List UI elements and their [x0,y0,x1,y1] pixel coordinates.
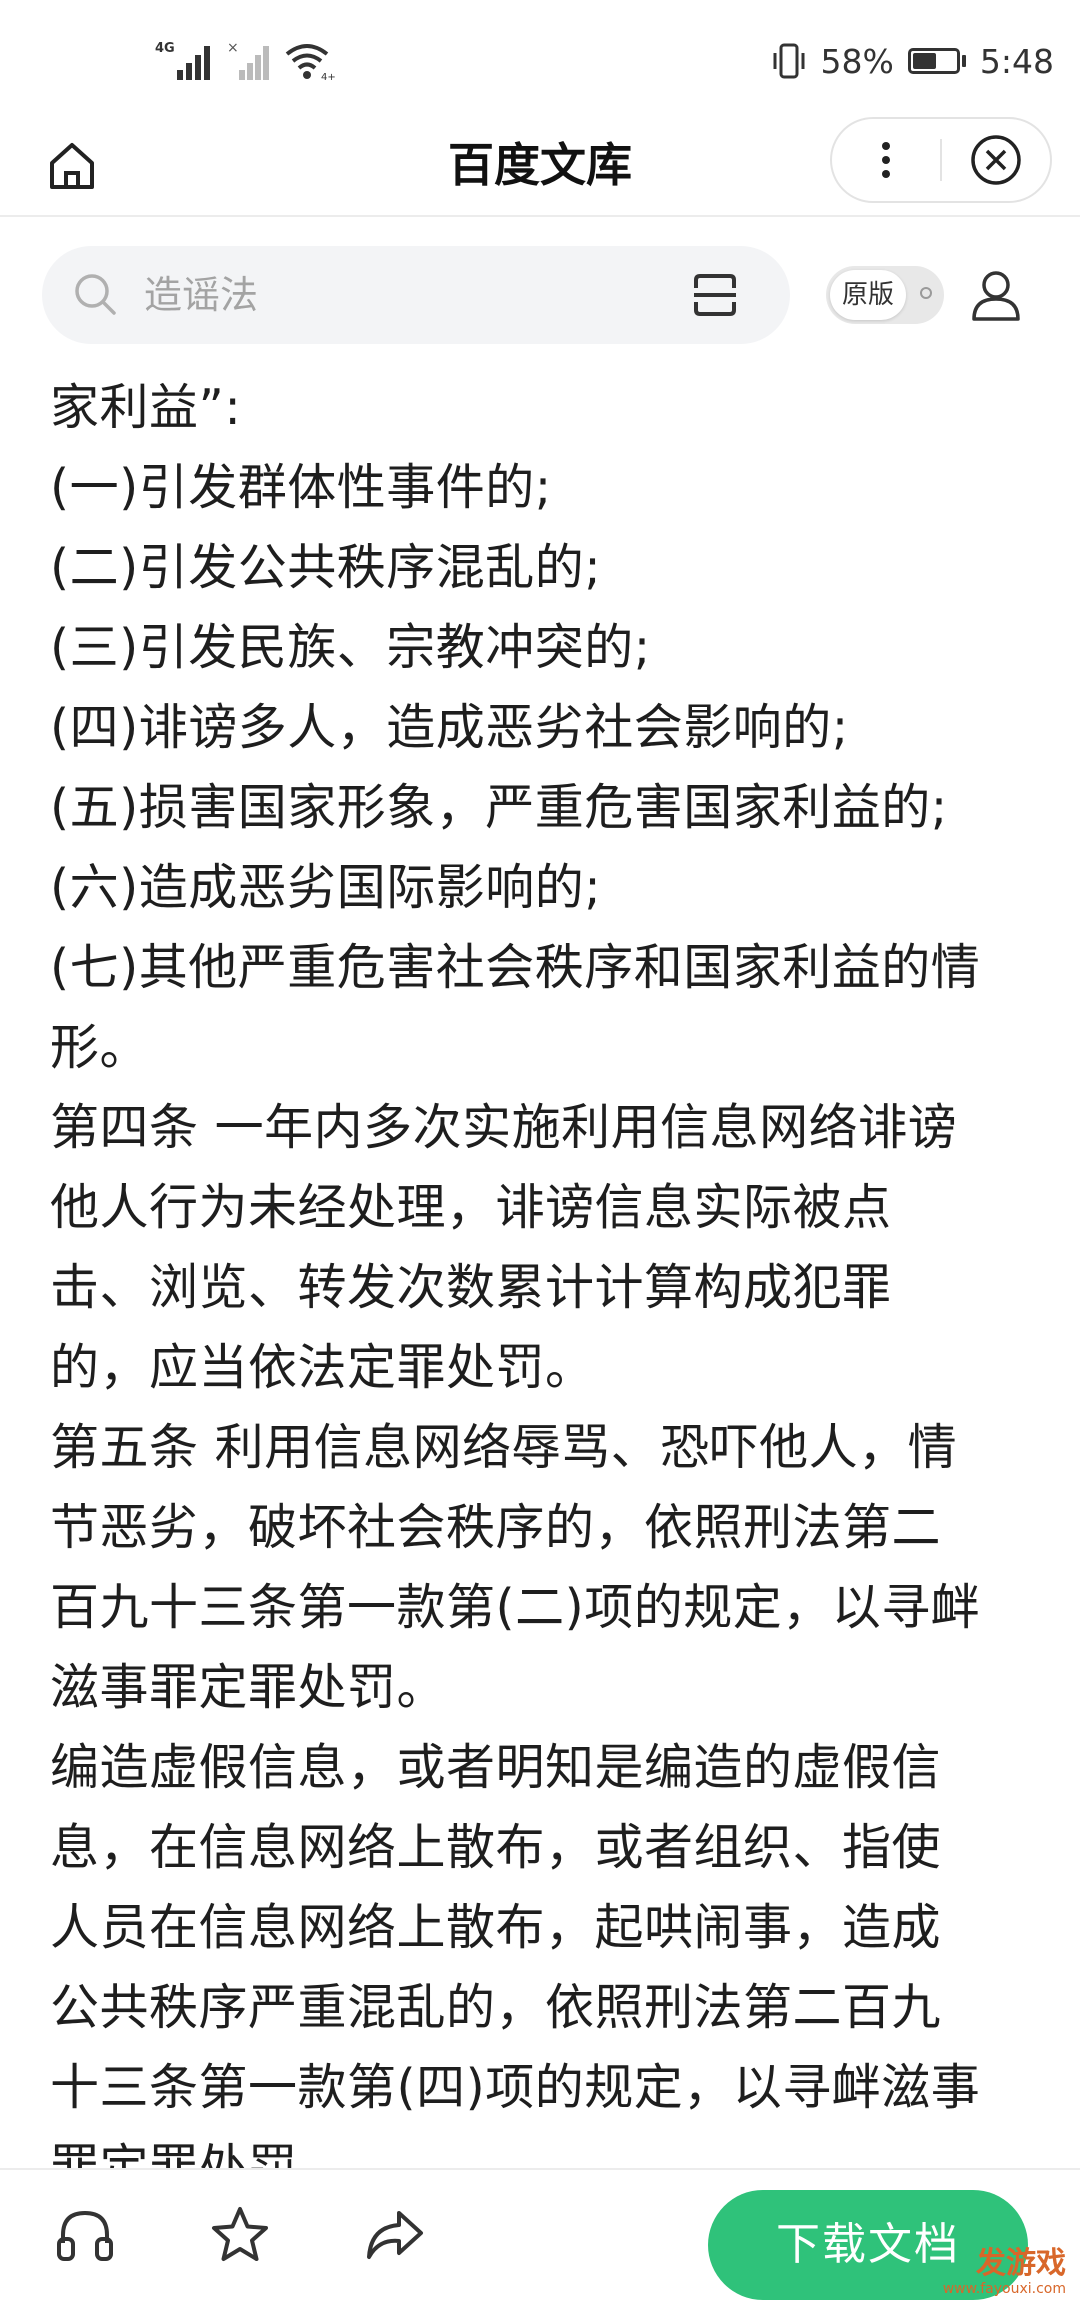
more-vertical-icon [882,142,890,178]
status-right: 58% 5:48 [771,36,1054,86]
wifi-icon: 4+ [285,44,335,82]
cellular-signal-icon: 4G [155,41,210,80]
document-line: (四)诽谤多人，造成恶劣社会影响的; [50,699,849,756]
search-icon [75,274,116,315]
search-row: 造谣法 原版 [0,240,1080,350]
scan-icon[interactable] [690,270,740,320]
favorite-button[interactable] [205,2200,275,2270]
document-line: 十三条第一款第(四)项的规定，以寻衅滋事 [50,2059,981,2116]
document-line: (五)损害国家形象，严重危害国家利益的; [50,779,948,836]
document-line: 编造虚假信息，或者明知是编造的虚假信 [50,1739,942,1796]
battery-fill [912,53,936,69]
close-circle-icon [971,135,1021,185]
document-line: 罪定罪处罚。 [50,2139,348,2168]
network-type: 4G [155,41,175,56]
toggle-dot [920,287,932,299]
document-content: 家利益”: (一)引发群体性事件的; (二)引发公共秩序混乱的; (三)引发民族… [50,368,1040,2168]
site-watermark: 发游戏 www.fayouxi.com [886,2248,1066,2304]
search-query: 造谣法 [144,273,259,317]
document-line: (三)引发民族、宗教冲突的; [50,619,651,676]
user-icon[interactable] [968,267,1024,323]
status-left: 4G × 4+ [155,38,335,82]
document-line: 他人行为未经处理，诽谤信息实际被点 [50,1179,892,1236]
document-line: 公共秩序严重混乱的，依照刑法第二百九 [50,1979,942,2036]
document-line: 形。 [50,1019,150,1076]
toggle-label: 原版 [830,270,906,320]
battery-icon [907,48,966,74]
document-line: 人员在信息网络上散布，起哄闹事，造成 [50,1899,942,1956]
status-bar: 4G × 4+ 58% 5:48 [0,0,1080,120]
battery-percent: 58% [820,41,894,81]
watermark-brand: 发游戏 [976,2246,1066,2281]
watermark-url: www.fayouxi.com [942,2281,1066,2297]
document-line: (一)引发群体性事件的; [50,459,552,516]
star-icon [212,2207,268,2261]
svg-text:×: × [227,40,239,56]
more-button[interactable] [832,119,940,201]
listen-button[interactable] [50,2200,120,2270]
document-line: 百九十三条第一款第(二)项的规定，以寻衅 [50,1579,981,1636]
original-version-toggle[interactable]: 原版 [826,266,944,324]
share-arrow-icon [367,2211,423,2259]
mini-program-capsule [830,117,1052,203]
document-line: 的，应当依法定罪处罚。 [50,1339,595,1396]
title-bar: 百度文库 [0,115,1080,217]
document-line: 息，在信息网络上散布，或者组织、指使 [50,1819,942,1876]
document-line: 家利益”: [50,379,242,436]
document-line: 滋事罪定罪处罚。 [50,1659,447,1716]
search-input[interactable]: 造谣法 [42,246,790,344]
document-line: (七)其他严重危害社会秩序和国家利益的情 [50,939,981,996]
clock: 5:48 [979,41,1054,81]
document-line: (二)引发公共秩序混乱的; [50,539,602,596]
share-button[interactable] [360,2200,430,2270]
close-button[interactable] [942,119,1050,201]
headphones-icon [57,2210,113,2261]
bottom-bar: 下载文档 发游戏 www.fayouxi.com [0,2168,1080,2312]
cellular-signal-2-icon: × [227,40,269,80]
wifi-badge: 4+ [321,72,335,82]
vibrate-icon [773,43,805,79]
document-line: 第五条 利用信息网络辱骂、恐吓他人，情 [50,1419,958,1476]
document-line: 节恶劣，破坏社会秩序的，依照刑法第二 [50,1499,942,1556]
document-line: (六)造成恶劣国际影响的; [50,859,602,916]
document-line: 第四条 一年内多次实施利用信息网络诽谤 [50,1099,958,1156]
document-line: 击、浏览、转发次数累计计算构成犯罪 [50,1259,892,1316]
